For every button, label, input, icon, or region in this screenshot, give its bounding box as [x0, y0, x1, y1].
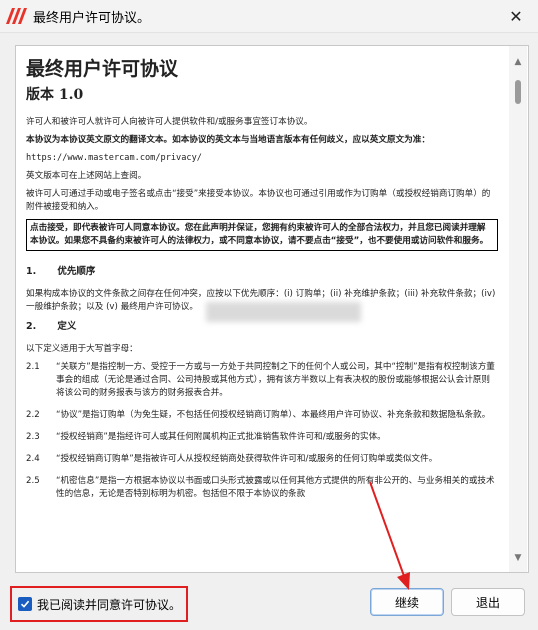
- definition-item: 2.1 “关联方”是指控制一方、受控于一方或与一方处于共同控制之下的任何个人或公…: [26, 361, 498, 400]
- definition-item: 2.4 “授权经销商订购单”是指被许可人从授权经销商处获得软件许可和/或服务的任…: [26, 453, 498, 466]
- agree-checkbox-group[interactable]: 我已阅读并同意许可协议。: [10, 586, 189, 622]
- definition-text: “授权经销商订购单”是指被许可人从授权经销商处获得软件许可和/或服务的任何订购单…: [56, 454, 438, 464]
- definition-item: 2.3 “授权经销商”是指经许可人或其任何附属机构正式批准销售软件许可和/或服务…: [26, 431, 498, 444]
- definition-number: 2.1: [26, 362, 40, 372]
- acceptance-paragraph: 被许可人可通过手动或电子签名或点击“接受”来接受本协议。本协议也可通过引用或作为…: [26, 189, 491, 212]
- document-version: 版本 1.0: [26, 87, 84, 103]
- definition-item: 2.5 “机密信息”是指一方根据本协议以书面或口头形式披露或以任何其他方式提供的…: [26, 475, 498, 501]
- section-body: 以下定义适用于大写首字母：: [26, 344, 138, 354]
- definition-number: 2.5: [26, 476, 40, 486]
- translation-note: 本协议为本协议英文原文的翻译文本。如本协议的英文本与当地语言版本有任何歧义，应以…: [26, 135, 430, 145]
- intro-paragraph: 许可人和被许可人就许可人向被许可人提供软件和/或服务事宜签订本协议。: [26, 117, 313, 127]
- scroll-up-icon[interactable]: ▲: [509, 54, 527, 70]
- scroll-down-icon[interactable]: ▼: [509, 550, 527, 566]
- acceptance-notice-box: 点击接受，即代表被许可人同意本协议。您在此声明并保证，您拥有约束被许可人的全部合…: [26, 219, 498, 251]
- url-note: 英文版本可在上述网站上查阅。: [26, 171, 147, 181]
- continue-button[interactable]: 继续: [370, 588, 444, 616]
- scrollbar-thumb[interactable]: [515, 80, 521, 104]
- vertical-scrollbar[interactable]: ▲ ▼: [509, 46, 527, 572]
- checkmark-icon: [20, 600, 30, 608]
- section-heading: 1. 优先顺序: [26, 265, 498, 278]
- dialog-footer: 我已阅读并同意许可协议。 继续 退出: [0, 574, 538, 630]
- definition-number: 2.3: [26, 432, 40, 442]
- section-title: 优先顺序: [57, 266, 96, 277]
- section-number: 2.: [26, 321, 37, 332]
- definition-text: “协议”是指订购单（为免生疑，不包括任何授权经销商订购单）、本最终用户许可协议、…: [56, 410, 491, 420]
- close-icon: ✕: [509, 6, 523, 26]
- definition-number: 2.2: [26, 410, 40, 420]
- redacted-region: [206, 302, 361, 322]
- app-logo-icon: [6, 8, 27, 24]
- close-button[interactable]: ✕: [494, 0, 538, 32]
- definition-text: “授权经销商”是指经许可人或其任何附属机构正式批准销售软件许可和/或服务的实体。: [56, 432, 386, 442]
- agree-checkbox[interactable]: [18, 597, 32, 611]
- definition-item: 2.2 “协议”是指订购单（为免生疑，不包括任何授权经销商订购单）、本最终用户许…: [26, 409, 498, 422]
- license-document: 最终用户许可协议 版本 1.0 许可人和被许可人就许可人向被许可人提供软件和/或…: [26, 54, 498, 510]
- exit-button[interactable]: 退出: [451, 588, 525, 616]
- privacy-url: https://www.mastercam.com/privacy/: [26, 153, 202, 163]
- section-number: 1.: [26, 266, 37, 277]
- window-title: 最终用户许可协议。: [33, 11, 151, 26]
- section-title: 定义: [57, 321, 77, 332]
- definition-text: “机密信息”是指一方根据本协议以书面或口头形式披露或以任何其他方式提供的所有非公…: [56, 476, 495, 499]
- license-text-panel[interactable]: 最终用户许可协议 版本 1.0 许可人和被许可人就许可人向被许可人提供软件和/或…: [15, 45, 529, 573]
- definition-number: 2.4: [26, 454, 40, 464]
- definition-text: “关联方”是指控制一方、受控于一方或与一方处于共同控制之下的任何个人或公司，其中…: [56, 362, 495, 398]
- document-title: 最终用户许可协议: [26, 58, 179, 80]
- agree-label[interactable]: 我已阅读并同意许可协议。: [37, 596, 181, 613]
- title-bar: 最终用户许可协议。 ✕: [0, 0, 538, 33]
